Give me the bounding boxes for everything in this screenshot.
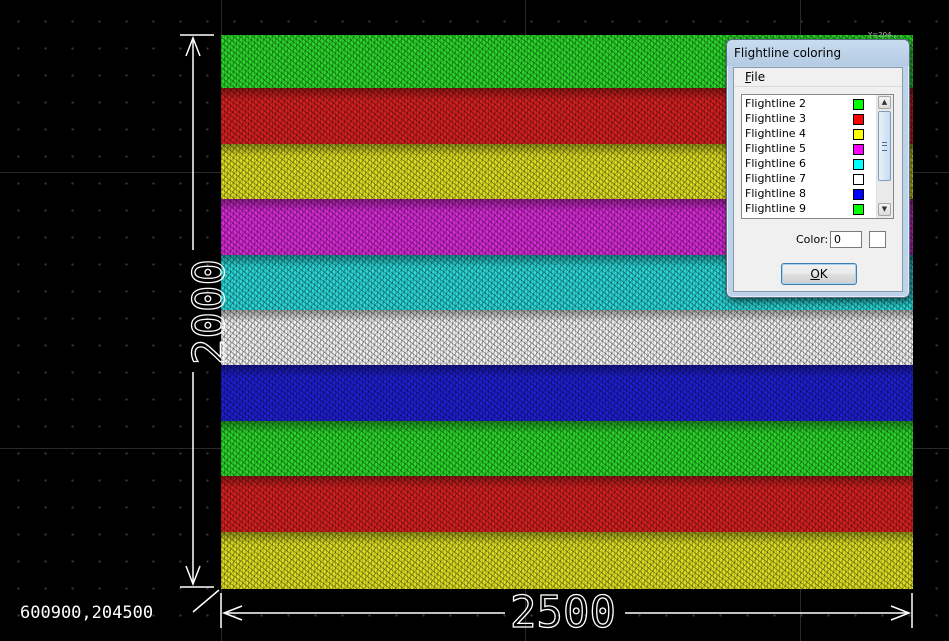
dialog-client-area: File Flightline 2 Flightline 3 Flightline …	[733, 67, 903, 292]
ok-mnemonic: O	[810, 267, 820, 281]
height-dimension-label: 2000	[183, 258, 235, 365]
flightline-list-item[interactable]: Flightline 9	[742, 201, 877, 216]
origin-coordinate-label: 600900,204500	[20, 603, 154, 623]
width-dimension-label: 2500	[509, 587, 616, 638]
flightline-list-item[interactable]: Flightline 5	[742, 141, 877, 156]
color-label: Color:	[796, 233, 829, 246]
flightline-color-swatch	[853, 189, 864, 200]
color-index-input[interactable]	[830, 231, 862, 248]
scroll-down-button[interactable]: ▼	[878, 203, 891, 216]
dialog-title: Flightline coloring	[734, 46, 842, 60]
menu-file-rest: ile	[751, 70, 766, 84]
flightline-label: Flightline 2	[745, 97, 807, 110]
scroll-up-button[interactable]: ▲	[878, 96, 891, 109]
flightline-color-swatch	[853, 129, 864, 140]
flightline-color-swatch	[853, 114, 864, 125]
flightline-label: Flightline 5	[745, 142, 807, 155]
listbox-scrollbar[interactable]: ▲ ▼	[876, 95, 893, 218]
flightline-label: Flightline 8	[745, 187, 807, 200]
menu-bar: File	[734, 68, 902, 87]
flightline-label: Flightline 6	[745, 157, 807, 170]
flightline-color-swatch	[853, 204, 864, 215]
scrollbar-thumb[interactable]	[878, 111, 891, 181]
flightline-list-item[interactable]: Flightline 6	[742, 156, 877, 171]
flightline-color-swatch	[853, 144, 864, 155]
ok-rest: K	[819, 267, 828, 281]
flightline-list-item[interactable]: Flightline 2	[742, 96, 877, 111]
scrollbar-grip-icon	[882, 142, 887, 151]
ok-button[interactable]: OK	[781, 263, 857, 285]
flightline-list-item[interactable]: Flightline 8	[742, 186, 877, 201]
flightline-label: Flightline 9	[745, 202, 807, 215]
flightline-color-swatch	[853, 159, 864, 170]
flightline-label: Flightline 7	[745, 172, 807, 185]
flightline-list-item[interactable]: Flightline 3	[742, 111, 877, 126]
flightline-color-swatch	[853, 99, 864, 110]
flightline-color-swatch	[853, 174, 864, 185]
flightline-list-item[interactable]: Flightline 4	[742, 126, 877, 141]
flightline-list-item[interactable]: Flightline 7	[742, 171, 877, 186]
flightline-label: Flightline 4	[745, 127, 807, 140]
flightline-coloring-dialog: Flightline coloring File Flightline 2 Fli…	[726, 39, 910, 298]
menu-file[interactable]: File	[745, 70, 765, 84]
color-picker-button[interactable]	[869, 231, 886, 248]
dialog-titlebar[interactable]: Flightline coloring	[727, 40, 909, 66]
flightline-label: Flightline 3	[745, 112, 807, 125]
flightline-listbox[interactable]: Flightline 2 Flightline 3 Flightline 4 Flig…	[741, 94, 894, 219]
